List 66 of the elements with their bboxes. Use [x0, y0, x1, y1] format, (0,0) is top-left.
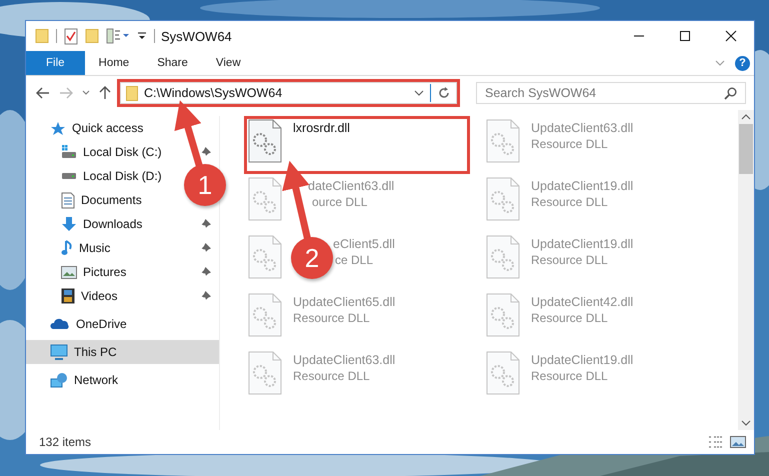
- monitor-icon: [50, 344, 68, 360]
- file-type: Resource DLL: [531, 137, 608, 151]
- file-type: Resource DLL: [531, 311, 608, 325]
- nav-item[interactable]: Network: [26, 368, 126, 392]
- image-icon: [61, 266, 77, 278]
- large-icons-view-icon[interactable]: [730, 436, 746, 448]
- nav-item[interactable]: Local Disk (C:): [26, 140, 219, 164]
- file-type: Resource DLL: [531, 195, 608, 209]
- nav-item[interactable]: Documents: [26, 188, 150, 212]
- maximize-icon: [679, 30, 691, 42]
- close-icon: [725, 30, 737, 42]
- dll-file-icon[interactable]: [248, 119, 282, 163]
- cloud-icon: [50, 318, 70, 330]
- properties-icon[interactable]: [64, 28, 78, 44]
- file-type: Resource DLL: [293, 311, 370, 325]
- customize-icon[interactable]: [106, 28, 130, 44]
- file-type: ource DLL: [312, 195, 368, 209]
- network-icon: [50, 372, 68, 388]
- scroll-thumb[interactable]: [739, 124, 753, 174]
- search-icon: [724, 87, 737, 100]
- nav-item[interactable]: Pictures: [26, 260, 219, 284]
- pin-icon[interactable]: [200, 146, 211, 158]
- drive-icon: [61, 145, 77, 159]
- chevron-icon[interactable]: [414, 90, 424, 96]
- music-note-icon: [61, 240, 73, 256]
- file-name[interactable]: lxrosrdr.dll: [293, 121, 350, 135]
- chevron-icon[interactable]: [82, 90, 90, 96]
- scroll-up-icon[interactable]: [741, 114, 751, 120]
- address-bar[interactable]: C:\Windows\SysWOW64: [120, 82, 457, 104]
- file-type: ce DLL: [335, 253, 374, 267]
- nav-item[interactable]: OneDrive: [26, 312, 135, 336]
- details-view-icon[interactable]: [708, 436, 724, 448]
- pin-icon[interactable]: [200, 242, 211, 254]
- nav-item[interactable]: Downloads: [26, 212, 219, 236]
- minimize-icon: [633, 35, 645, 37]
- pin-icon[interactable]: [200, 266, 211, 278]
- ribbon-tab[interactable]: View: [202, 51, 255, 75]
- nav-item[interactable]: Music: [26, 236, 219, 260]
- up-icon[interactable]: [99, 86, 111, 100]
- nav-item[interactable]: This PC: [26, 340, 219, 364]
- pin-icon[interactable]: [200, 290, 211, 302]
- back-icon[interactable]: [36, 87, 50, 99]
- dropdown-icon[interactable]: [137, 31, 147, 41]
- nav-item[interactable]: Videos: [26, 284, 219, 308]
- search-field[interactable]: Search SysWOW64: [476, 82, 746, 104]
- scroll-down-icon[interactable]: [741, 420, 751, 426]
- download-arrow-icon: [61, 216, 77, 232]
- drive-icon: [61, 173, 77, 179]
- ribbon-tab[interactable]: File: [26, 51, 85, 75]
- scrollbar[interactable]: [738, 110, 754, 430]
- star-icon: [50, 120, 66, 136]
- item-count: 132 items: [39, 435, 92, 449]
- file-type: Resource DLL: [531, 369, 608, 383]
- ribbon-tab[interactable]: Home: [84, 51, 144, 75]
- ribbon-tab[interactable]: Share: [143, 51, 202, 75]
- document-icon: [61, 192, 75, 208]
- file-type: Resource DLL: [293, 369, 370, 383]
- film-icon: [61, 288, 75, 304]
- nav-item[interactable]: Local Disk (D:): [26, 164, 170, 188]
- nav-item[interactable]: Quick access: [26, 116, 152, 140]
- pin-icon[interactable]: [200, 218, 211, 230]
- file-type: Resource DLL: [531, 253, 608, 267]
- folder-icon: [126, 86, 138, 100]
- help-button[interactable]: ?: [735, 56, 750, 70]
- window-title: SysWOW64: [161, 28, 232, 44]
- refresh-icon[interactable]: [437, 86, 451, 100]
